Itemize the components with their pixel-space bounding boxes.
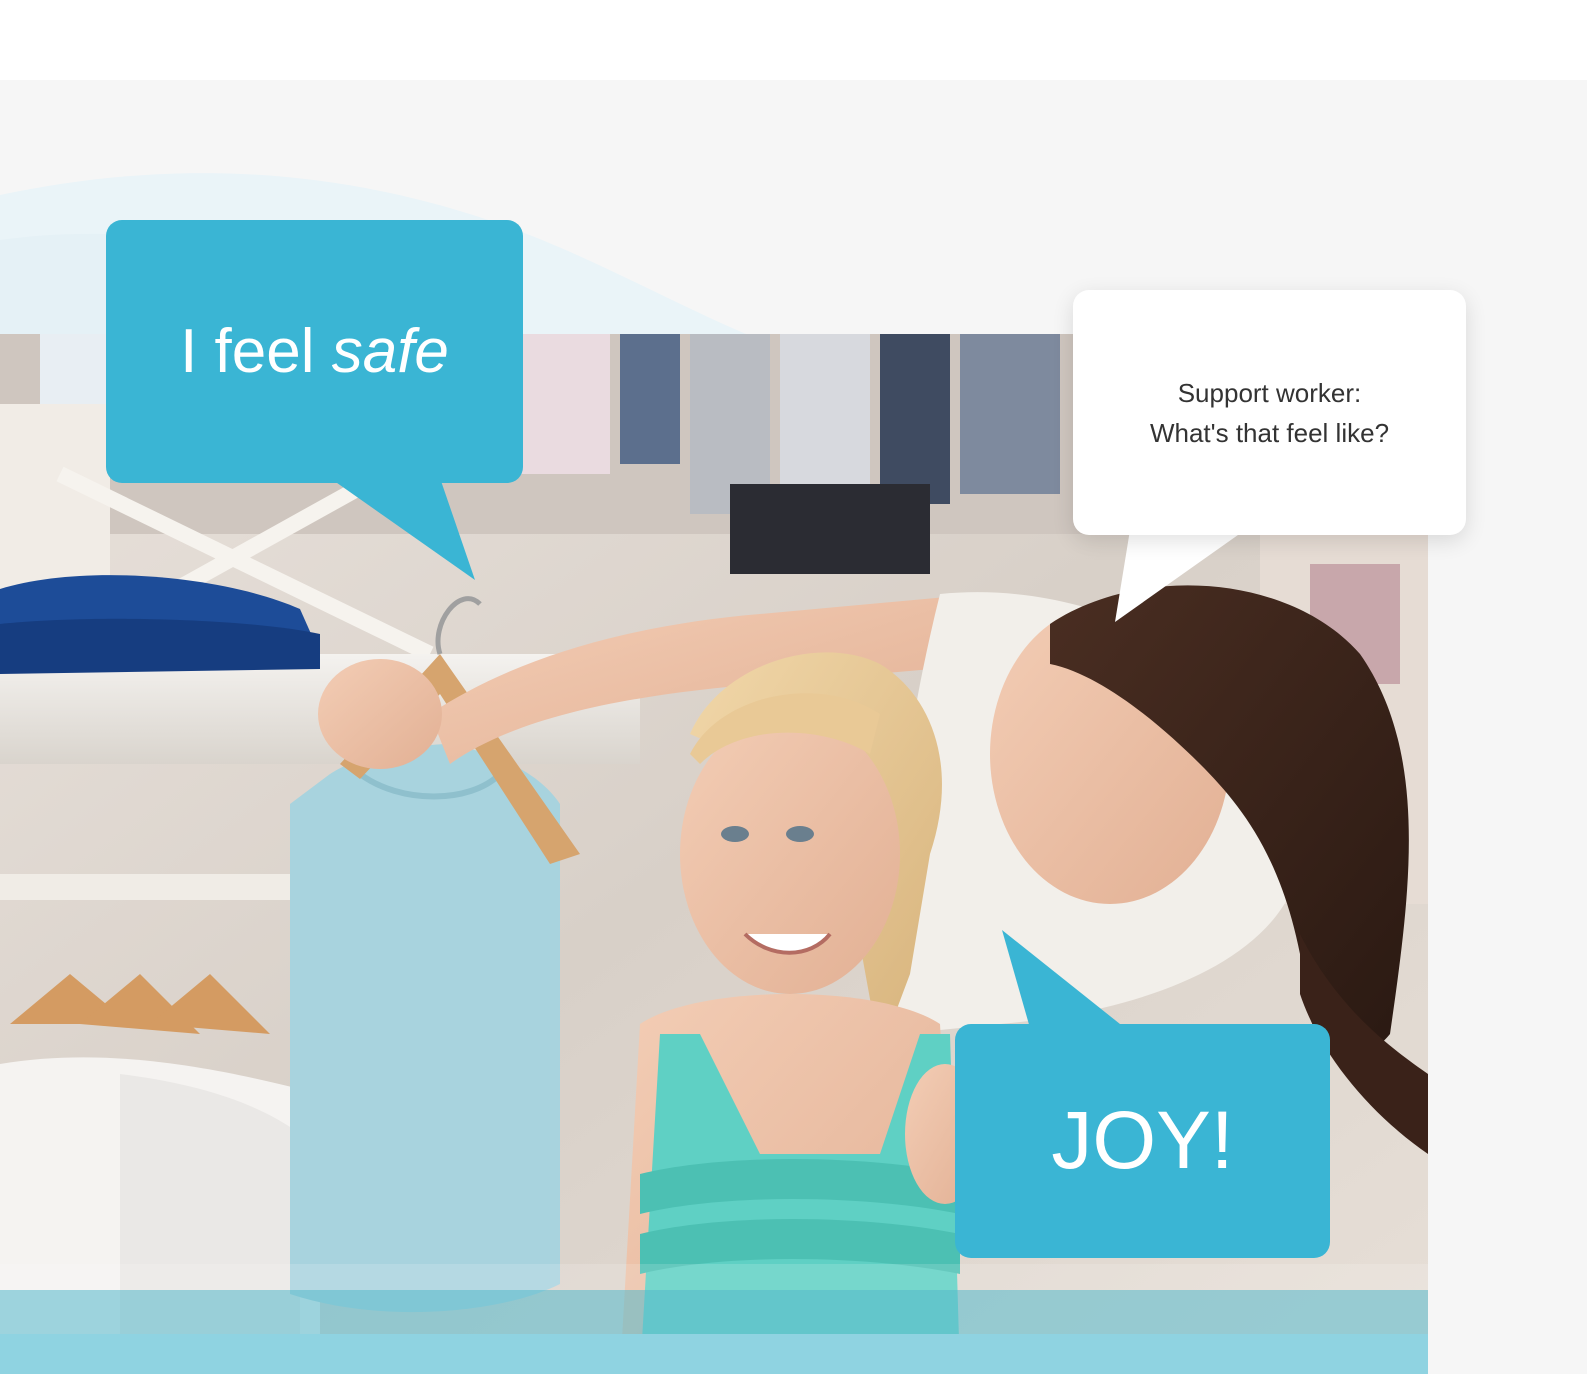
- hero-section: I feel safe Support worker: What's that …: [0, 80, 1587, 1374]
- support-worker-bubble: Support worker: What's that feel like?: [1073, 290, 1466, 535]
- safe-bubble-prefix: I feel: [180, 317, 332, 386]
- page: I feel safe Support worker: What's that …: [0, 0, 1587, 1374]
- support-bubble-line1: Support worker:: [1177, 377, 1362, 408]
- safe-bubble-text: I feel safe: [180, 316, 449, 387]
- support-bubble-line2: What's that feel like?: [1149, 417, 1390, 448]
- bottom-accent-strip: [0, 1290, 1428, 1374]
- joy-speech-bubble: JOY!: [955, 1024, 1330, 1258]
- joy-bubble-tail: [1002, 930, 1125, 1028]
- safe-bubble-tail: [330, 478, 475, 580]
- safe-speech-bubble: I feel safe: [106, 220, 523, 483]
- joy-bubble-text: JOY!: [1051, 1095, 1234, 1186]
- safe-bubble-emphasis: safe: [331, 317, 449, 386]
- support-bubble-tail: [1115, 530, 1245, 622]
- top-bar: [0, 0, 1587, 80]
